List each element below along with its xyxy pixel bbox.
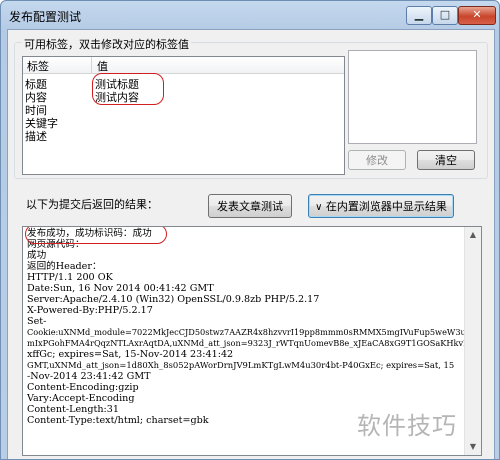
result-line: GMT,uXNMd_att_json=1d80Xh_8s052pAWorDrnJ…: [27, 360, 455, 370]
scroll-down-icon[interactable]: ▼: [465, 439, 481, 455]
tag-row[interactable]: 关键字: [23, 115, 344, 130]
watermark-text: 软件技巧: [357, 412, 457, 440]
listview-header: 标签 值: [23, 57, 344, 74]
result-line: -Nov-2014 23:41:42 GMT: [27, 371, 151, 382]
close-button[interactable]: ✕: [458, 6, 496, 25]
column-header-value[interactable]: 值: [97, 58, 108, 74]
result-line: 返回的Header：: [27, 261, 102, 272]
result-line: Vary:Accept-Encoding: [27, 393, 135, 404]
result-line: X-Powered-By:PHP/5.2.17: [27, 305, 153, 316]
show-in-browser-button[interactable]: ∨ 在内置浏览器中显示结果: [308, 194, 454, 218]
tag-row[interactable]: 描述: [23, 128, 344, 143]
result-line: mIxPGohFMA4rQqzNTLAxrAqtDA,uXNMd_att_jso…: [27, 338, 477, 348]
maximize-button[interactable]: □: [432, 6, 458, 25]
dialog-client-area: 可用标签，双击修改对应的标签值 标签 值 标题 测试标题 内容 测试内容 时间 …: [7, 29, 495, 459]
tag-row[interactable]: 时间: [23, 102, 344, 117]
dialog-window: 发布配置测试 ▁ □ ✕ 可用标签，双击修改对应的标签值 标签 值 标题 测试标…: [0, 0, 500, 460]
chevron-down-icon: ∨: [315, 202, 323, 213]
maximize-icon: □: [439, 8, 451, 21]
result-line: Cookie:uXNMd_module=7022MkJecCJD50stwz7A…: [27, 327, 482, 337]
column-separator[interactable]: [91, 57, 92, 73]
result-scrollbar[interactable]: ▲ ▼: [464, 227, 481, 455]
publish-test-button[interactable]: 发表文章测试: [208, 194, 292, 218]
result-line: 成功: [27, 250, 47, 261]
tag-key: 描述: [25, 130, 47, 143]
tag-row[interactable]: 标题 测试标题: [23, 76, 344, 91]
result-line: Set-: [27, 316, 47, 327]
minimize-button[interactable]: ▁: [406, 6, 432, 25]
modify-button[interactable]: 修改: [348, 150, 406, 170]
clear-button[interactable]: 清空: [417, 150, 475, 170]
minimize-icon: ▁: [414, 8, 424, 21]
tag-row[interactable]: 内容 测试内容: [23, 89, 344, 104]
annotation-oval-success: [25, 227, 167, 244]
result-line: Server:Apache/2.4.10 (Win32) OpenSSL/0.9…: [27, 294, 320, 305]
close-icon: ✕: [472, 8, 482, 21]
result-line: Content-Type:text/html; charset=gbk: [27, 415, 209, 426]
result-line: Date:Sun, 16 Nov 2014 00:41:42 GMT: [27, 283, 214, 294]
result-line: HTTP/1.1 200 OK: [27, 272, 113, 283]
tags-listview[interactable]: 标签 值 标题 测试标题 内容 测试内容 时间 关键字 描述: [22, 56, 345, 175]
result-line: Content-Length:31: [27, 404, 119, 415]
window-title: 发布配置测试: [9, 10, 82, 24]
scroll-up-icon[interactable]: ▲: [465, 227, 481, 243]
tag-value-input[interactable]: [348, 50, 477, 144]
result-label: 以下为提交后返回的结果：: [26, 198, 158, 211]
annotation-oval-values: [92, 73, 164, 105]
result-line: xffGc; expires=Sat, 15-Nov-2014 23:41:42: [27, 349, 234, 360]
title-bar[interactable]: 发布配置测试 ▁ □ ✕: [1, 1, 499, 29]
result-line: Content-Encoding:gzip: [27, 382, 139, 393]
show-in-browser-label: 在内置浏览器中显示结果: [325, 200, 447, 213]
column-header-tag[interactable]: 标签: [27, 58, 49, 74]
tags-group-label: 可用标签，双击修改对应的标签值: [22, 36, 191, 52]
